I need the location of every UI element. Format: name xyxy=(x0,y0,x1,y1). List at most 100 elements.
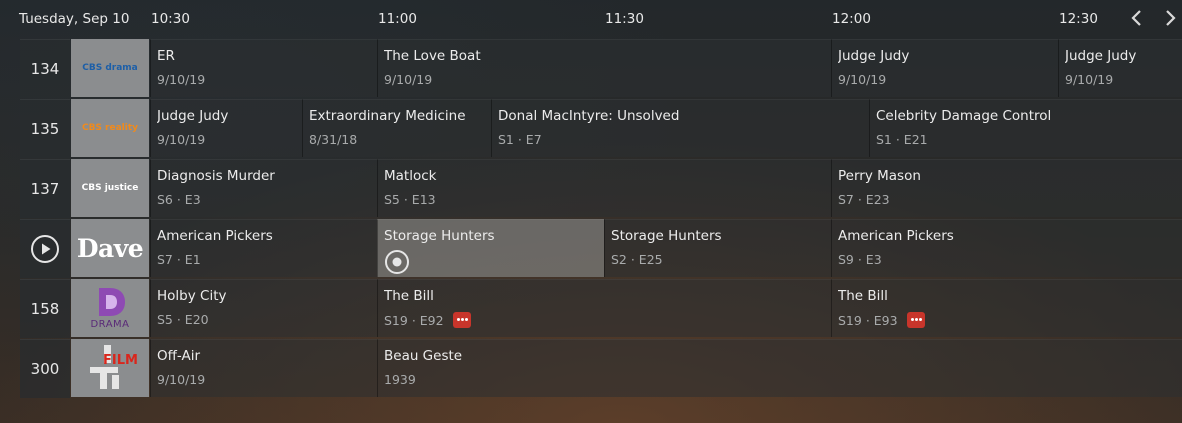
channel-logo-text: FILM xyxy=(103,353,138,368)
program-subtitle: 9/10/19 xyxy=(157,372,206,387)
program-cell[interactable]: ER 9/10/19 xyxy=(150,39,377,97)
program-title: The Love Boat xyxy=(384,48,481,64)
program-title: Judge Judy xyxy=(1065,48,1137,64)
program-subtitle: S2 · E25 xyxy=(611,252,663,267)
program-title: Holby City xyxy=(157,288,227,304)
cbs-reality-logo[interactable]: CBS reality xyxy=(71,99,149,157)
live-indicator-icon xyxy=(385,250,409,274)
drama-logo[interactable]: DRAMA xyxy=(71,279,149,337)
program-title: Celebrity Damage Control xyxy=(876,108,1052,124)
dave-logo[interactable]: Dave xyxy=(71,219,149,277)
drama-d-icon xyxy=(99,288,125,316)
program-cell[interactable]: The Bill S19 · E92 xyxy=(377,279,831,337)
program-cell[interactable]: The Love Boat 9/10/19 xyxy=(377,39,831,97)
program-title: Matlock xyxy=(384,168,437,184)
program-cell[interactable]: Matlock S5 · E13 xyxy=(377,159,831,217)
date-label: Tuesday, Sep 10 xyxy=(19,11,130,27)
program-title: Beau Geste xyxy=(384,348,463,364)
program-title: The Bill xyxy=(384,288,434,304)
program-cell[interactable]: Judge Judy 9/10/19 xyxy=(831,39,1058,97)
record-icon[interactable] xyxy=(906,312,925,328)
program-title: American Pickers xyxy=(157,228,273,244)
channel-row: 134 CBS drama ER 9/10/19 The Love Boat 9… xyxy=(20,39,1182,98)
program-cell[interactable]: American Pickers S9 · E3 xyxy=(831,219,1182,277)
program-subtitle: 9/10/19 xyxy=(157,72,206,87)
program-cell[interactable]: Extraordinary Medicine 8/31/18 xyxy=(302,99,491,157)
program-subtitle: 8/31/18 xyxy=(309,132,358,147)
program-subtitle: S5 · E20 xyxy=(157,312,209,327)
program-subtitle: S19 · E93 xyxy=(838,312,1182,328)
channel-number: 137 xyxy=(20,159,70,218)
cbs-drama-logo[interactable]: CBS drama xyxy=(71,39,149,97)
program-cell[interactable]: The Bill S19 · E93 xyxy=(831,279,1182,337)
channel-row: 137 CBS justice Diagnosis Murder S6 · E3… xyxy=(20,159,1182,218)
channel-number: 158 xyxy=(20,279,70,338)
program-title: Storage Hunters xyxy=(384,228,495,244)
channel-row: 158 DRAMA Holby City S5 · E20 The Bill S… xyxy=(20,279,1182,338)
channel-row: 300 FILM Off-Air 9/10/19 Beau Geste 1939 xyxy=(20,339,1182,398)
program-title: Off-Air xyxy=(157,348,201,364)
program-subtitle: 1939 xyxy=(384,372,416,387)
program-title: Perry Mason xyxy=(838,168,921,184)
time-slot-label: 10:30 xyxy=(151,11,190,27)
program-cell[interactable]: Celebrity Damage Control S1 · E21 xyxy=(869,99,1182,157)
program-title: Diagnosis Murder xyxy=(157,168,275,184)
channel-logo-text: CBS drama xyxy=(82,63,138,73)
program-subtitle: S5 · E13 xyxy=(384,192,436,207)
program-cell[interactable]: Donal MacIntyre: Unsolved S1 · E7 xyxy=(491,99,869,157)
time-slot-label: 12:30 xyxy=(1059,11,1098,27)
film4-shape-icon xyxy=(90,345,119,389)
program-subtitle: 9/10/19 xyxy=(1065,72,1114,87)
live-indicator xyxy=(384,249,604,275)
channel-number: 135 xyxy=(20,99,70,158)
channel-row: 135 CBS reality Judge Judy 9/10/19 Extra… xyxy=(20,99,1182,158)
program-title: Judge Judy xyxy=(838,48,910,64)
channel-logo-text: CBS reality xyxy=(81,123,139,133)
program-cell[interactable]: Holby City S5 · E20 xyxy=(150,279,377,337)
channel-row: Dave American Pickers S7 · E1 Storage Hu… xyxy=(20,219,1182,278)
program-cell[interactable]: American Pickers S7 · E1 xyxy=(150,219,377,277)
program-cell-selected[interactable]: Storage Hunters xyxy=(377,219,604,277)
program-title: The Bill xyxy=(838,288,888,304)
program-title: American Pickers xyxy=(838,228,954,244)
program-subtitle: S7 · E1 xyxy=(157,252,201,267)
channel-logo-text: CBS justice xyxy=(81,183,139,193)
program-title: Extraordinary Medicine xyxy=(309,108,466,124)
chevron-left-icon[interactable] xyxy=(1127,8,1147,28)
film4-logo[interactable]: FILM xyxy=(71,339,149,397)
time-slot-label: 12:00 xyxy=(832,11,871,27)
channel-logo-text: DRAMA xyxy=(90,319,130,330)
channel-number: 134 xyxy=(20,39,70,98)
program-cell[interactable]: Diagnosis Murder S6 · E3 xyxy=(150,159,377,217)
program-cell[interactable]: Judge Judy 9/10/19 xyxy=(150,99,302,157)
play-circle-icon xyxy=(31,235,59,263)
program-subtitle: S1 · E7 xyxy=(498,132,542,147)
program-subtitle: S6 · E3 xyxy=(157,192,201,207)
program-title: Judge Judy xyxy=(157,108,229,124)
program-subtitle-text: S19 · E92 xyxy=(384,312,444,328)
channel-logo-text: Dave xyxy=(76,233,144,263)
program-cell[interactable]: Off-Air 9/10/19 xyxy=(150,339,377,397)
program-subtitle: 9/10/19 xyxy=(157,132,206,147)
program-cell[interactable]: Beau Geste 1939 xyxy=(377,339,1182,397)
guide-header: Tuesday, Sep 10 10:30 11:00 11:30 12:00 … xyxy=(0,0,1182,38)
program-cell[interactable]: Storage Hunters S2 · E25 xyxy=(604,219,831,277)
record-icon[interactable] xyxy=(452,312,471,328)
program-subtitle: 9/10/19 xyxy=(838,72,887,87)
program-subtitle: S9 · E3 xyxy=(838,252,882,267)
program-subtitle: S19 · E92 xyxy=(384,312,831,328)
program-subtitle: S7 · E23 xyxy=(838,192,890,207)
program-title: ER xyxy=(157,48,175,64)
program-title: Donal MacIntyre: Unsolved xyxy=(498,108,680,124)
chevron-right-icon[interactable] xyxy=(1160,8,1180,28)
program-subtitle: S1 · E21 xyxy=(876,132,928,147)
time-slot-label: 11:30 xyxy=(605,11,644,27)
program-subtitle: 9/10/19 xyxy=(384,72,433,87)
program-title: Storage Hunters xyxy=(611,228,722,244)
program-cell[interactable]: Judge Judy 9/10/19 xyxy=(1058,39,1182,97)
play-button[interactable] xyxy=(20,219,70,278)
channel-number: 300 xyxy=(20,339,70,398)
program-subtitle-text: S19 · E93 xyxy=(838,312,898,328)
program-cell[interactable]: Perry Mason S7 · E23 xyxy=(831,159,1182,217)
cbs-justice-logo[interactable]: CBS justice xyxy=(71,159,149,217)
